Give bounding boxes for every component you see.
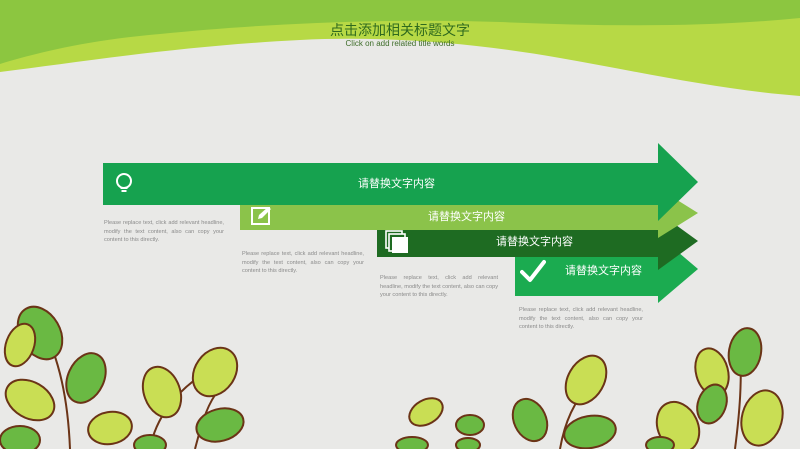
checkmark-icon xyxy=(520,260,546,282)
slide-title[interactable]: 点击添加相关标题文字 xyxy=(0,20,800,40)
slide-subtitle[interactable]: Click on add related title words xyxy=(0,39,800,48)
leaves-right xyxy=(511,327,784,449)
step-4-description[interactable]: Please replace text, click add relevant … xyxy=(519,306,643,332)
step-3-description[interactable]: Please replace text, click add relevant … xyxy=(380,274,498,300)
edit-icon xyxy=(251,207,271,225)
step-1-description[interactable]: Please replace text, click add relevant … xyxy=(104,219,224,245)
step-1-label[interactable]: 请替换文字内容 xyxy=(358,175,435,191)
step-2-label[interactable]: 请替换文字内容 xyxy=(428,208,505,224)
documents-icon xyxy=(385,230,408,253)
leaves-left xyxy=(0,305,245,449)
leaves-middle xyxy=(395,397,485,449)
step-2-description[interactable]: Please replace text, click add relevant … xyxy=(242,250,364,276)
step-4-label[interactable]: 请替换文字内容 xyxy=(565,262,642,278)
lightbulb-icon xyxy=(116,173,132,192)
step-3-label[interactable]: 请替换文字内容 xyxy=(496,233,573,249)
